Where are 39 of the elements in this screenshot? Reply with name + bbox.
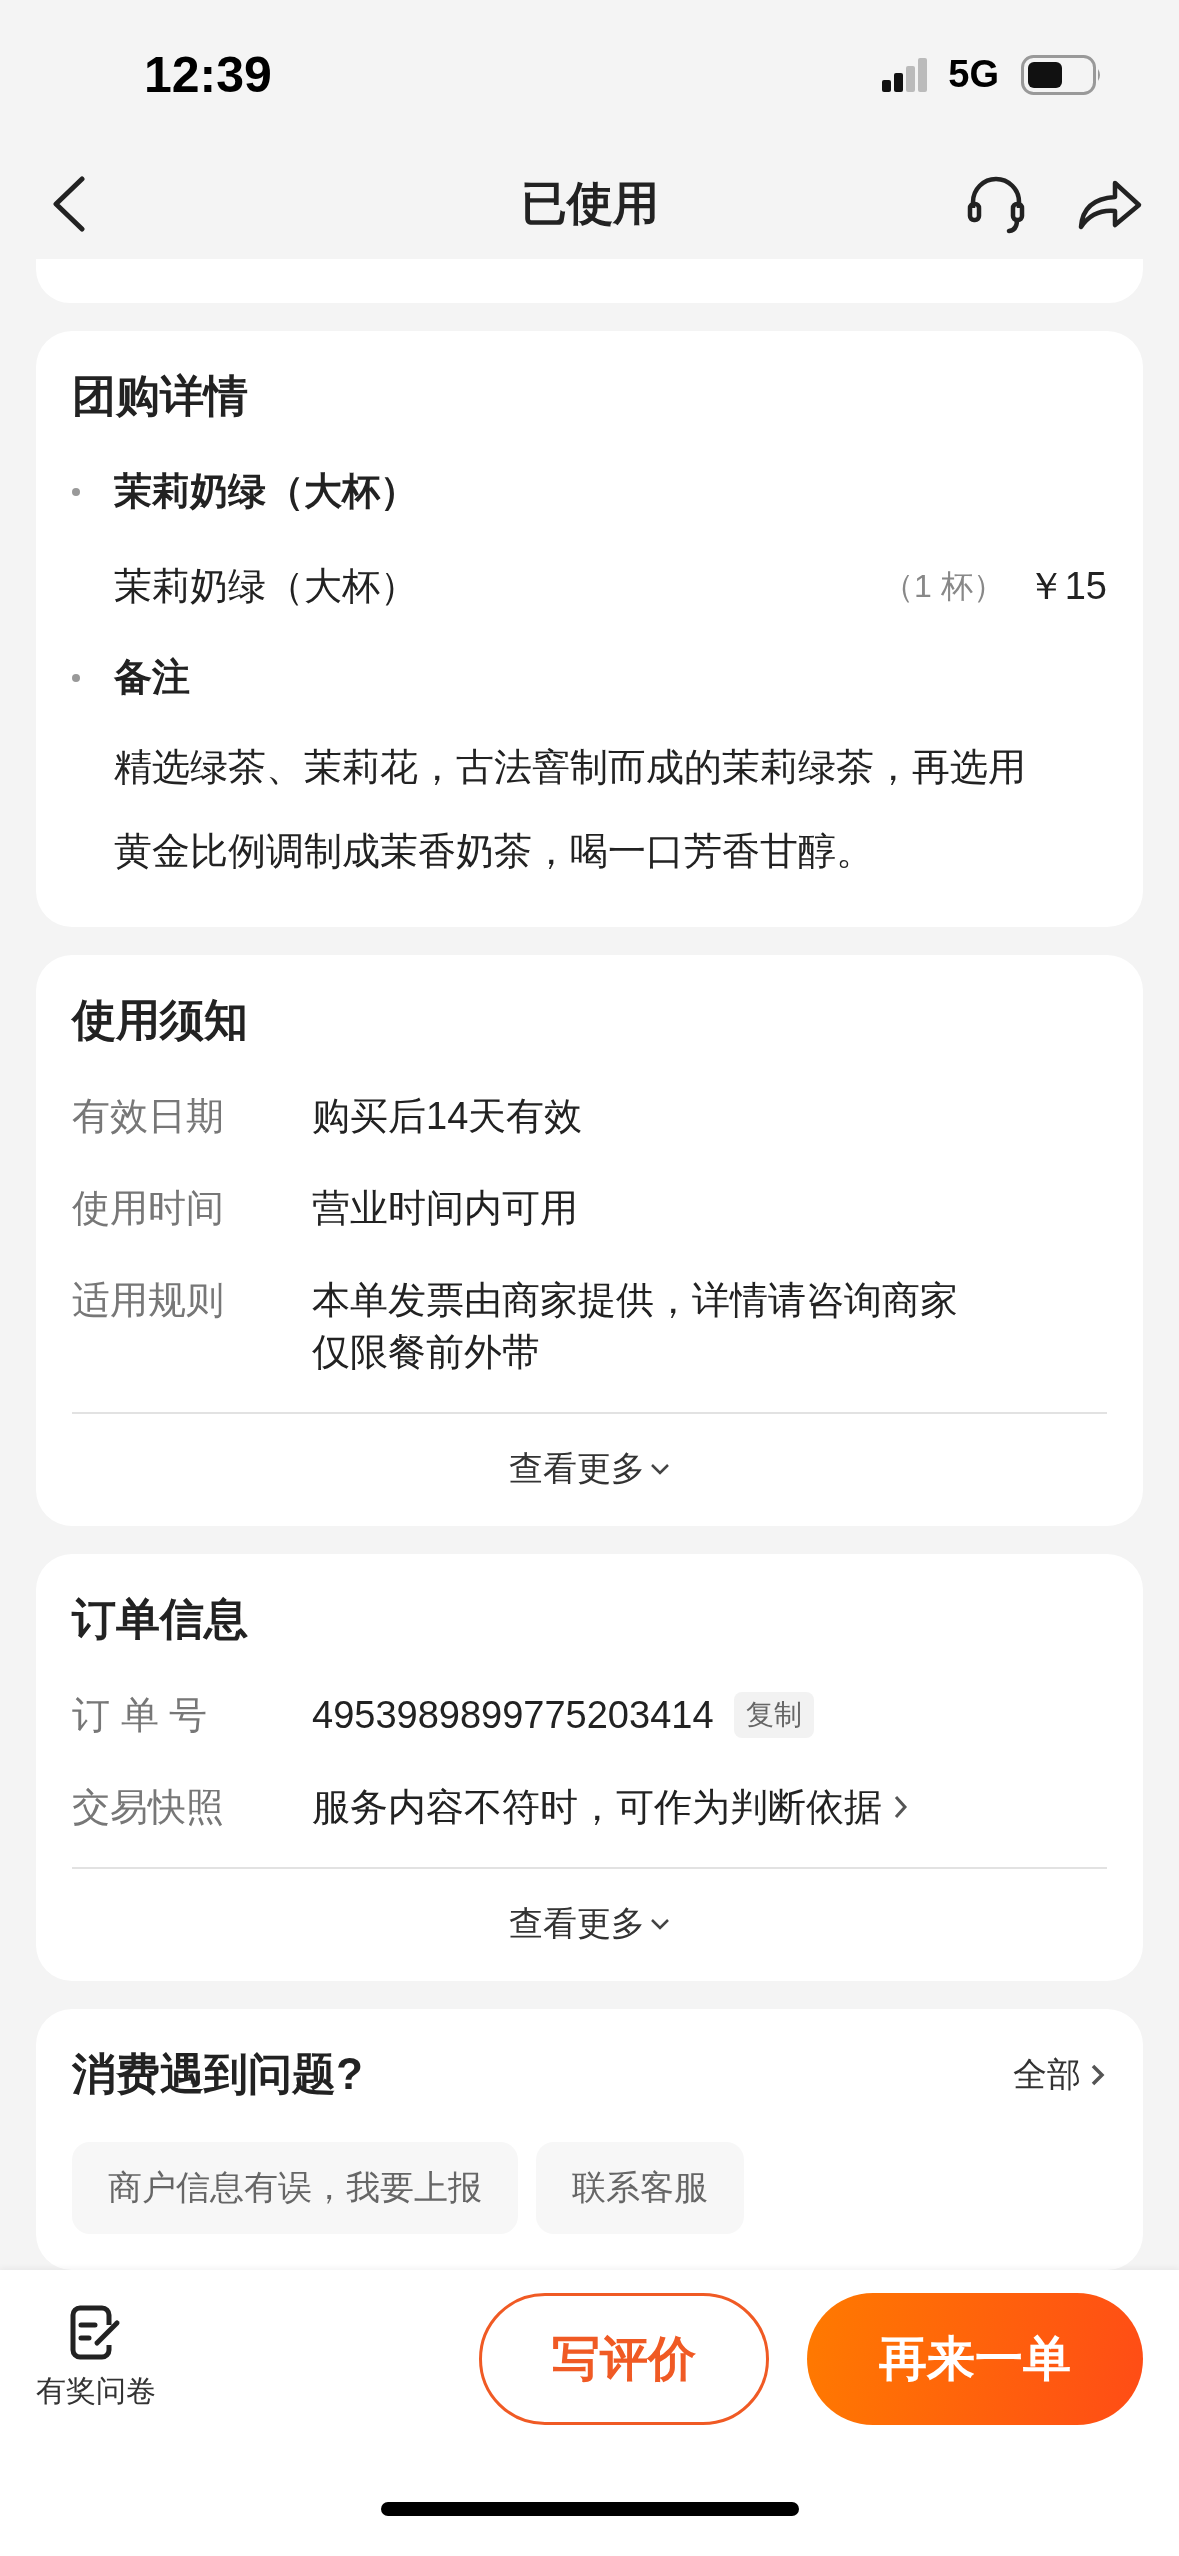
row-value: 本单发票由商家提供，详情请咨询商家 [312,1278,958,1324]
problem-chip[interactable]: 联系客服 [536,2142,744,2235]
card-title: 团购详情 [72,370,249,423]
item-price: ￥15 [1026,564,1107,610]
row-label: 有效日期 [72,1094,225,1140]
card-title: 使用须知 [72,994,249,1047]
all-link[interactable]: 全部 [1013,2051,1107,2098]
headset-icon[interactable] [967,174,1025,235]
section-heading: 茉莉奶绿（大杯） [114,469,418,515]
section-heading: 备注 [114,655,190,701]
battery-icon [1021,54,1103,95]
note-text: 精选绿茶、茉莉花，古法窨制而成的茉莉绿茶，再选用黄金比例调制成茉香奶茶，喝一口芳香甘醇。 [114,745,1027,875]
view-more-link[interactable]: 查看更多 [508,1901,671,1948]
view-more-link[interactable]: 查看更多 [508,1446,671,1493]
order-number: 4953989899775203414 [312,1693,714,1739]
bullet-icon [72,487,80,496]
status-time: 12:39 [144,45,272,104]
page-title: 已使用 [520,176,659,232]
problem-chip[interactable]: 商户信息有误，我要上报 [72,2142,518,2235]
item-name: 茉莉奶绿（大杯） [114,564,419,610]
signal-icon [882,57,929,92]
card-title: 消费遇到问题? [72,2048,363,2101]
bullet-icon [72,673,80,682]
snapshot-link[interactable]: 服务内容不符时，可作为判断依据 [312,1781,910,1834]
chevron-down-icon [648,1917,671,1932]
row-label: 交易快照 [72,1785,225,1831]
row-value: 仅限餐前外带 [312,1330,541,1376]
copy-button[interactable]: 复制 [733,1692,814,1739]
item-quantity: （1 杯） [882,566,1005,606]
row-value: 购买后14天有效 [312,1094,583,1140]
network-label: 5G [948,53,999,97]
row-label: 订 单 号 [72,1693,209,1739]
row-label: 使用时间 [72,1186,225,1232]
card-title: 订单信息 [72,1593,249,1646]
chevron-down-icon [648,1462,671,1477]
survey-label[interactable]: 有奖问卷 [36,2371,156,2413]
back-icon[interactable] [52,176,86,233]
row-label: 适用规则 [72,1278,225,1324]
row-value: 营业时间内可用 [312,1186,578,1232]
